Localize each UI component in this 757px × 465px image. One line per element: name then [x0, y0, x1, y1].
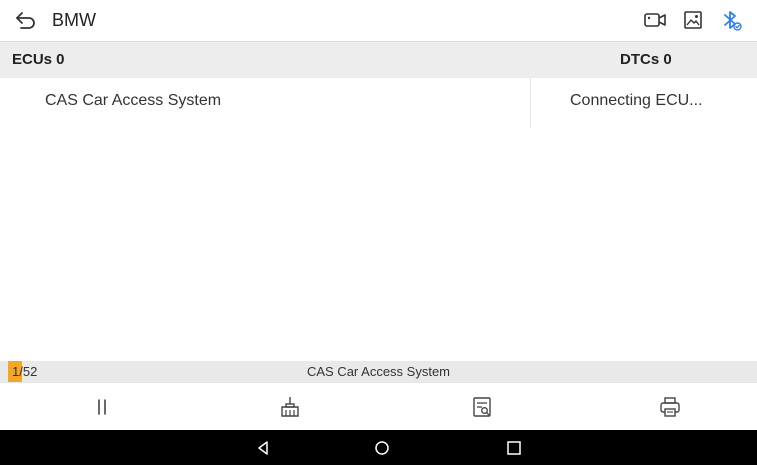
action-bar	[0, 382, 757, 431]
nav-home-button[interactable]	[371, 437, 393, 459]
top-icons	[643, 8, 743, 32]
back-icon	[16, 12, 35, 29]
image-icon	[684, 11, 702, 29]
column-header: ECUs 0 DTCs 0	[0, 41, 757, 78]
progress-current-system: CAS Car Access System	[306, 364, 451, 379]
video-button[interactable]	[643, 8, 667, 32]
screenshot-button[interactable]	[681, 8, 705, 32]
dtcs-count-label: DTCs 0	[620, 51, 672, 68]
back-button[interactable]	[12, 6, 40, 34]
print-button[interactable]	[658, 395, 682, 419]
ecus-count-label: ECUs 0	[12, 51, 65, 68]
nav-back-button[interactable]	[252, 437, 274, 459]
circle-home-icon	[375, 441, 389, 455]
pause-icon	[98, 399, 106, 415]
print-icon	[660, 397, 680, 417]
table-row[interactable]: CAS Car Access System Connecting ECU...	[0, 78, 757, 128]
diagnostic-screen: BMW ECUs 0 DTCs 0 CAS Car Access System …	[0, 0, 757, 465]
report-icon	[473, 397, 491, 417]
report-button[interactable]	[470, 395, 494, 419]
clear-icon	[281, 397, 299, 417]
system-nav-bar	[0, 430, 757, 465]
system-name: CAS Car Access System	[45, 92, 222, 109]
top-bar: BMW	[0, 0, 757, 40]
square-recents-icon	[507, 441, 521, 455]
nav-recents-button[interactable]	[503, 437, 525, 459]
system-status: Connecting ECU...	[570, 92, 703, 109]
scan-progress-bar: 1/52 CAS Car Access System	[0, 361, 757, 382]
clear-button[interactable]	[278, 395, 302, 419]
bluetooth-button[interactable]	[719, 8, 743, 32]
triangle-back-icon	[258, 441, 268, 455]
page-title: BMW	[52, 10, 96, 30]
column-divider	[530, 78, 531, 128]
pause-button[interactable]	[90, 395, 114, 419]
video-icon	[644, 13, 666, 27]
bluetooth-icon	[724, 11, 742, 31]
